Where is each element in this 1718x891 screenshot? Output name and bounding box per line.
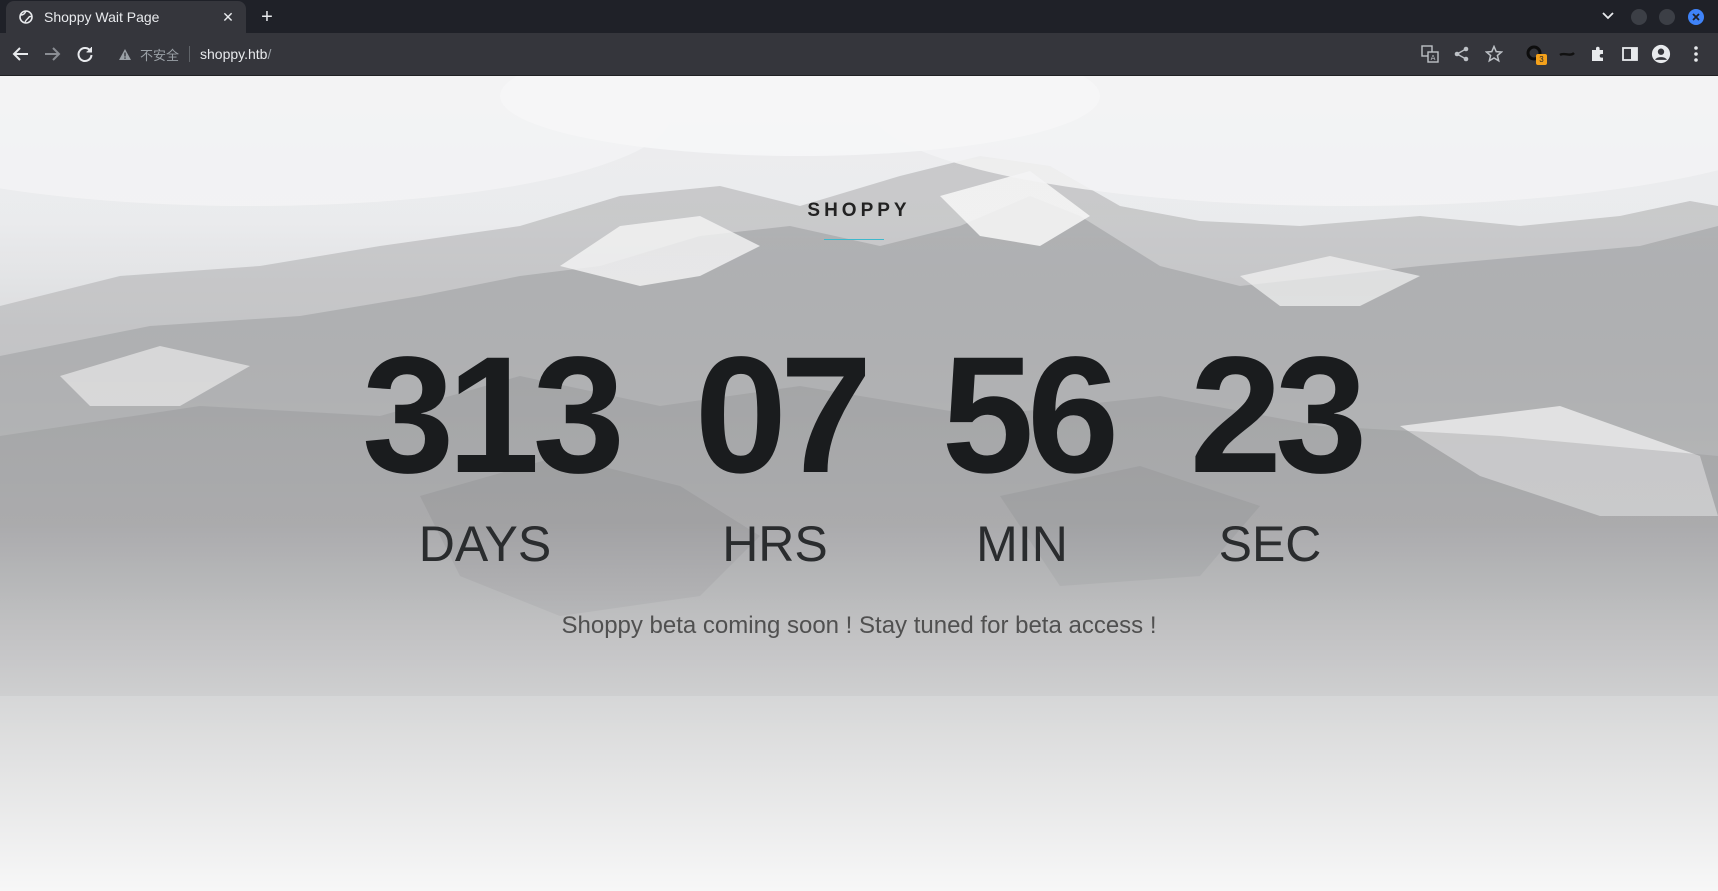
puzzle-extensions-icon[interactable]	[1588, 44, 1608, 64]
close-window-button[interactable]	[1688, 9, 1704, 25]
countdown-seconds-value: 23	[1189, 323, 1368, 508]
address-bar[interactable]: 不安全 shoppy.htb/	[110, 38, 1400, 70]
extension-pen-icon[interactable]	[1557, 44, 1577, 64]
minimize-window-button[interactable]	[1631, 9, 1647, 25]
url-host: shoppy.htb	[200, 46, 268, 62]
countdown-minutes-value: 56	[941, 323, 1120, 508]
translate-icon[interactable]: A	[1420, 44, 1440, 64]
side-panel-icon[interactable]	[1620, 44, 1640, 64]
bookmark-star-icon[interactable]	[1484, 44, 1504, 64]
chevron-down-icon[interactable]	[1598, 6, 1618, 26]
page-content: SHOPPY 313 DAYS 07 HRS 56 MIN 23 SEC Sho…	[0, 76, 1718, 891]
warning-icon[interactable]	[118, 46, 134, 62]
tab-title: Shoppy Wait Page	[44, 9, 160, 25]
close-tab-icon[interactable]: ✕	[218, 7, 238, 27]
svg-text:A: A	[1431, 54, 1436, 62]
more-menu-icon[interactable]	[1686, 44, 1706, 64]
countdown-minutes-label: MIN	[976, 516, 1068, 572]
forward-arrow-icon[interactable]	[41, 43, 63, 65]
coming-soon-message: Shoppy beta coming soon ! Stay tuned for…	[561, 612, 1157, 639]
back-arrow-icon[interactable]	[10, 43, 32, 65]
url-path: /	[267, 46, 272, 62]
countdown-days-label: DAYS	[418, 516, 552, 572]
share-icon[interactable]	[1452, 44, 1472, 64]
browser-toolbar: 不安全 shoppy.htb/ A 3	[0, 33, 1718, 76]
security-label[interactable]: 不安全	[140, 45, 179, 64]
countdown-hours-value: 07	[694, 323, 873, 508]
profile-avatar-icon[interactable]	[1651, 44, 1671, 64]
divider	[189, 46, 191, 62]
countdown-hours-label: HRS	[722, 516, 828, 572]
browser-tab-strip: Shoppy Wait Page ✕ +	[0, 0, 1718, 33]
browser-tab[interactable]: Shoppy Wait Page ✕	[6, 1, 246, 33]
brand-underline	[824, 239, 884, 240]
extension-badge-icon[interactable]: 3	[1525, 44, 1547, 65]
countdown-seconds-label: SEC	[1218, 516, 1322, 572]
new-tab-icon[interactable]: +	[256, 6, 278, 28]
extension-badge-count: 3	[1536, 54, 1547, 65]
maximize-window-button[interactable]	[1659, 9, 1675, 25]
url-text[interactable]: shoppy.htb/	[200, 46, 271, 62]
countdown-days-value: 313	[362, 323, 625, 508]
site-brand: SHOPPY	[807, 200, 911, 221]
reload-icon[interactable]	[74, 43, 96, 65]
globe-icon	[18, 9, 34, 25]
